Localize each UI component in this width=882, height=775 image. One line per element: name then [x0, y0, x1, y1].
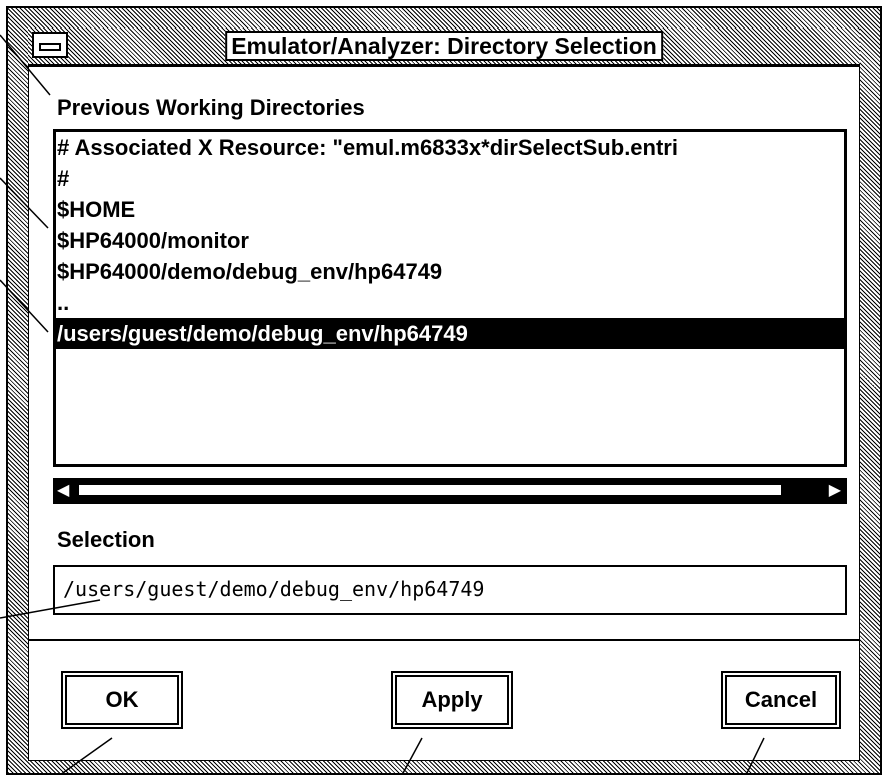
ok-button[interactable]: OK — [63, 673, 181, 727]
scrollbar-thumb[interactable] — [77, 483, 783, 497]
apply-button[interactable]: Apply — [393, 673, 511, 727]
list-item[interactable]: $HP64000/monitor — [56, 225, 844, 256]
dialog-client-area: Previous Working Directories # Associate… — [28, 66, 860, 761]
list-item[interactable]: $HP64000/demo/debug_env/hp64749 — [56, 256, 844, 287]
list-item[interactable]: $HOME — [56, 194, 844, 225]
list-item[interactable]: .. — [56, 287, 844, 318]
previous-directories-label: Previous Working Directories — [57, 95, 365, 120]
selection-input[interactable]: /users/guest/demo/debug_env/hp64749 — [53, 565, 847, 615]
cancel-button[interactable]: Cancel — [723, 673, 839, 727]
list-item[interactable]: # — [56, 163, 844, 194]
scroll-right-arrow-icon[interactable]: ▶ — [829, 482, 841, 500]
list-item[interactable]: # Associated X Resource: "emul.m6833x*di… — [56, 132, 844, 163]
separator — [29, 639, 859, 641]
dialog-window: Emulator/Analyzer: Directory Selection P… — [6, 6, 882, 775]
selection-label: Selection — [57, 527, 155, 552]
window-title: Emulator/Analyzer: Directory Selection — [225, 31, 663, 61]
horizontal-scrollbar[interactable]: ◀ ▶ — [53, 478, 847, 504]
list-item-selected[interactable]: /users/guest/demo/debug_env/hp64749 — [56, 318, 844, 349]
scroll-left-arrow-icon[interactable]: ◀ — [57, 482, 69, 500]
title-bar[interactable]: Emulator/Analyzer: Directory Selection — [28, 28, 860, 66]
window-menu-icon[interactable] — [32, 32, 68, 58]
previous-directories-list[interactable]: # Associated X Resource: "emul.m6833x*di… — [53, 129, 847, 467]
